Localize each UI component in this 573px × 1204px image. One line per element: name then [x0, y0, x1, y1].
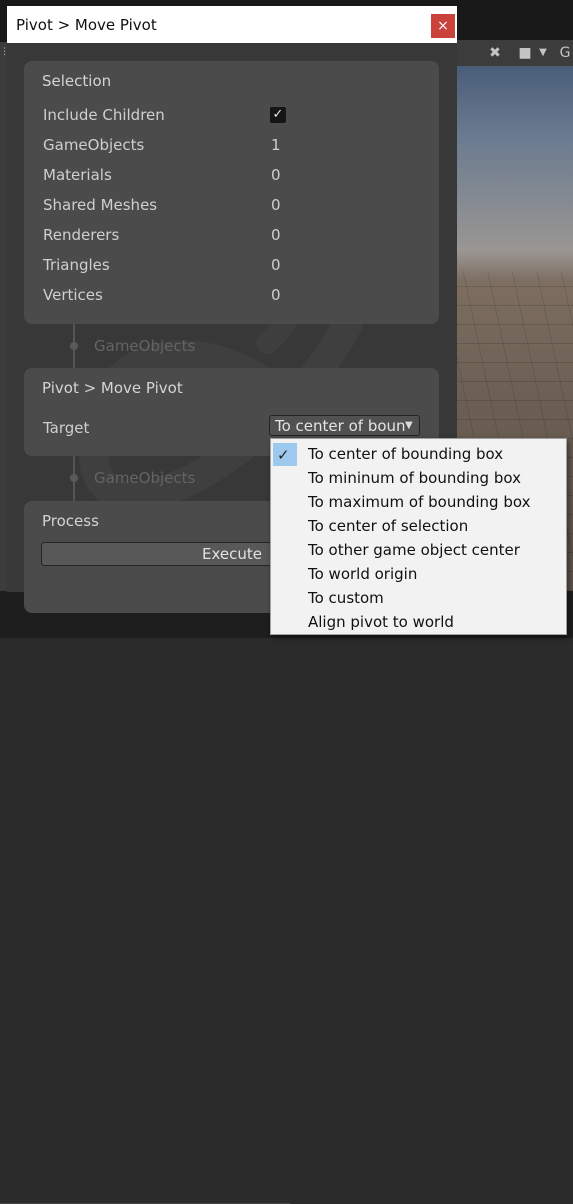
scene-toolbar: ✖ ■ ▼ G	[457, 40, 573, 67]
close-icon[interactable]: ×	[431, 14, 455, 38]
menu-item-to-custom[interactable]: To custom	[272, 586, 565, 610]
menu-item-label: To custom	[308, 589, 384, 607]
connector-label: GameObjects	[94, 469, 196, 487]
target-dropdown-value: To center of boun	[275, 417, 406, 435]
menu-item-label: To mininum of bounding box	[308, 469, 521, 487]
menu-item-label: To center of bounding box	[308, 445, 504, 463]
menu-item-label: Align pivot to world	[308, 613, 454, 631]
stat-value-renderers: 0	[271, 226, 281, 244]
target-dropdown[interactable]: To center of boun ▼	[269, 415, 420, 436]
stat-value-materials: 0	[271, 166, 281, 184]
window-title: Pivot > Move Pivot	[16, 16, 157, 34]
connector-node-icon	[70, 342, 78, 350]
menu-item-to-other-game-object-center[interactable]: To other game object center	[272, 538, 565, 562]
menu-item-align-pivot-to-world[interactable]: Align pivot to world	[272, 610, 565, 634]
menu-item-to-center-of-selection[interactable]: To center of selection	[272, 514, 565, 538]
selection-panel: Selection Include Children ✓ GameObjects…	[24, 61, 439, 324]
menu-item-to-world-origin[interactable]: To world origin	[272, 562, 565, 586]
window-titlebar[interactable]: Pivot > Move Pivot ×	[7, 6, 457, 43]
stat-value-shared-meshes: 0	[271, 196, 281, 214]
menu-item-label: To world origin	[308, 565, 418, 583]
gizmos-icon[interactable]: G	[558, 44, 572, 62]
drag-handle-icon[interactable]: ⋮	[0, 46, 9, 58]
tools-icon[interactable]: ✖	[486, 44, 504, 62]
stat-value-gameobjects: 1	[271, 136, 281, 154]
stat-label-shared-meshes: Shared Meshes	[43, 196, 158, 214]
target-dropdown-menu: ✓ To center of bounding box To mininum o…	[270, 438, 567, 635]
connector-label: GameObjects	[94, 337, 196, 355]
target-label: Target	[43, 419, 90, 437]
menu-item-to-maximum-of-bounding-box[interactable]: To maximum of bounding box	[272, 490, 565, 514]
stat-value-vertices: 0	[271, 286, 281, 304]
stat-label-gameobjects: GameObjects	[43, 136, 145, 154]
stat-label-triangles: Triangles	[43, 256, 110, 274]
camera-icon[interactable]: ■	[517, 44, 533, 62]
menu-item-label: To maximum of bounding box	[308, 493, 531, 511]
stat-label-vertices: Vertices	[43, 286, 103, 304]
execute-label: Execute	[202, 545, 262, 563]
menu-item-label: To other game object center	[308, 541, 520, 559]
pivot-title: Pivot > Move Pivot	[42, 379, 183, 397]
selected-highlight: ✓	[273, 443, 297, 466]
dropdown-arrow-icon[interactable]: ▼	[536, 44, 550, 62]
include-children-label: Include Children	[43, 106, 165, 124]
chevron-down-icon: ▼	[405, 420, 413, 431]
connector-node-icon	[70, 474, 78, 482]
include-children-checkbox[interactable]: ✓	[270, 107, 286, 123]
stat-value-triangles: 0	[271, 256, 281, 274]
stat-label-renderers: Renderers	[43, 226, 120, 244]
menu-item-to-minimum-of-bounding-box[interactable]: To mininum of bounding box	[272, 466, 565, 490]
selection-title: Selection	[42, 72, 112, 90]
process-title: Process	[42, 512, 99, 530]
checkmark-icon: ✓	[277, 446, 290, 464]
menu-item-label: To center of selection	[308, 517, 469, 535]
stat-label-materials: Materials	[43, 166, 112, 184]
editor-left-strip	[0, 42, 7, 602]
menu-item-to-center-of-bounding-box[interactable]: ✓ To center of bounding box	[272, 442, 565, 466]
